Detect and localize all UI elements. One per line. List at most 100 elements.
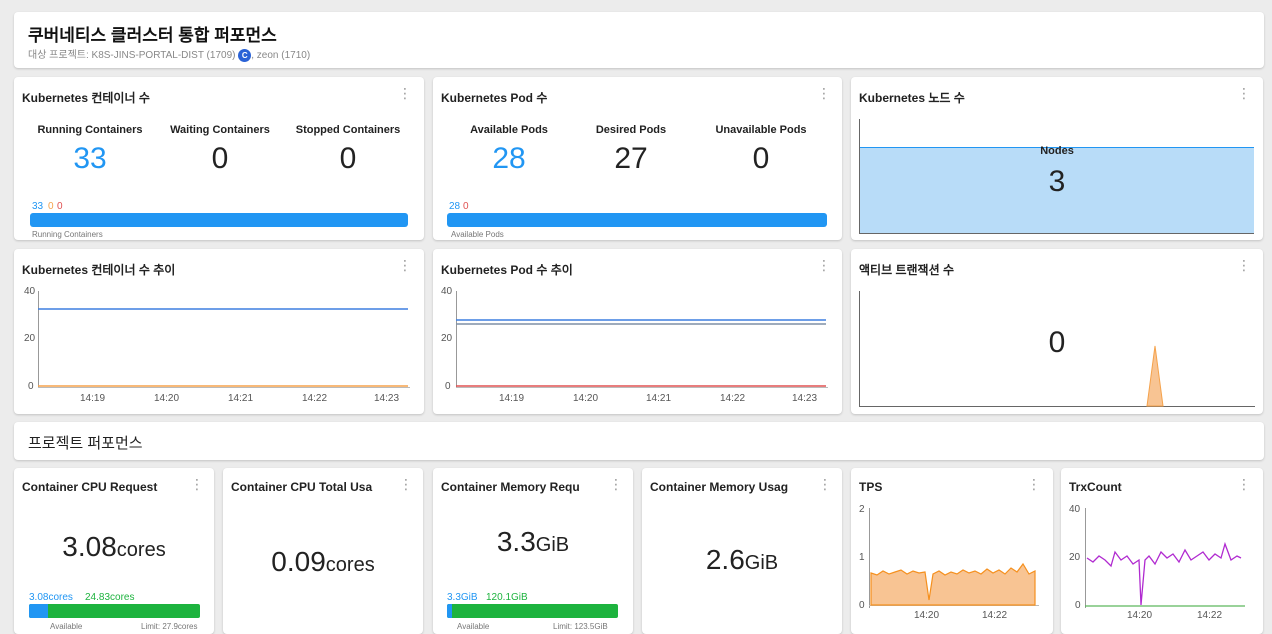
value-number: 3.08	[62, 531, 117, 562]
y-tick: 0	[28, 381, 34, 392]
card-title: Container Memory Usag	[650, 480, 789, 494]
memory-request-card: Container Memory Requ ⋮ 3.3GiB 3.3GiB 12…	[433, 468, 633, 634]
tps-area	[870, 562, 1036, 606]
value-number: 2.6	[705, 544, 745, 575]
bar-value-stopped: 0	[57, 201, 63, 212]
section-title: 프로젝트 퍼포먼스	[28, 435, 143, 452]
x-tick: 14:20	[154, 393, 180, 404]
active-transactions-value: 0	[1048, 326, 1066, 359]
x-tick: 14:20	[914, 610, 940, 621]
nodes-label: Nodes	[1040, 145, 1074, 157]
value-unit: cores	[325, 554, 375, 576]
stat-label: Desired Pods	[595, 124, 667, 136]
card-title: TrxCount	[1069, 480, 1122, 494]
y-tick: 0	[859, 600, 865, 611]
stat-value: 27	[614, 142, 648, 175]
nodes-value: 3	[1048, 165, 1066, 198]
y-tick: 20	[1069, 552, 1081, 563]
more-icon[interactable]: ⋮	[399, 477, 413, 491]
stat-label: Unavailable Pods	[715, 124, 807, 136]
cpu-request-card: Container CPU Request ⋮ 3.08cores 3.08co…	[14, 468, 214, 634]
container-trend-chart	[38, 291, 410, 388]
bar-caption-left: Available	[457, 622, 490, 631]
x-tick: 14:21	[228, 393, 254, 404]
card-title: Kubernetes Pod 수	[441, 91, 548, 105]
available-pods-stat: Available Pods 28	[447, 124, 571, 176]
more-icon[interactable]: ⋮	[817, 258, 831, 272]
containers-card: Kubernetes 컨테이너 수 ⋮ Running Containers 3…	[14, 77, 424, 240]
stat-label: Stopped Containers	[295, 124, 401, 136]
cpu-usage-card: Container CPU Total Usa ⋮ 0.09cores	[223, 468, 423, 634]
bar-value-running: 33	[32, 201, 44, 212]
bar-limit: 120.1GiB	[486, 592, 528, 603]
value-unit: GiB	[744, 552, 779, 574]
bar-caption-right: Limit: 123.5GiB	[553, 622, 608, 631]
x-tick: 14:22	[720, 393, 746, 404]
card-title: Kubernetes 컨테이너 수	[22, 91, 150, 105]
stat-label: Running Containers	[37, 124, 143, 136]
cpu-request-bar	[29, 604, 200, 618]
stat-label: Waiting Containers	[170, 124, 270, 136]
containers-bar	[30, 213, 408, 227]
bar-caption: Running Containers	[32, 230, 103, 239]
dashboard-header: 쿠버네티스 클러스터 통합 퍼포먼스 대상 프로젝트: K8S-JINS-POR…	[14, 12, 1264, 68]
bar-limit: 24.83cores	[85, 592, 135, 603]
value-unit: GiB	[535, 534, 570, 556]
x-tick: 14:19	[80, 393, 106, 404]
y-tick: 20	[441, 333, 453, 344]
value-unit: cores	[116, 539, 166, 561]
more-icon[interactable]: ⋮	[398, 86, 412, 100]
bar-value: 3.3GiB	[447, 592, 478, 603]
bar-value-unavailable: 0	[463, 201, 469, 212]
tps-card: TPS ⋮ 2 1 0 14:20 14:22	[851, 468, 1053, 634]
active-transactions-card: 액티브 트랜잭션 수 ⋮ 0	[851, 249, 1263, 414]
cpu-request-bar-fill	[29, 604, 48, 618]
project-subtitle-main: 대상 프로젝트: K8S-JINS-PORTAL-DIST (1709)	[28, 50, 236, 61]
memory-usage-card: Container Memory Usag ⋮ 2.6GiB	[642, 468, 842, 634]
more-icon[interactable]: ⋮	[190, 477, 204, 491]
bar-value-waiting: 0	[48, 201, 54, 212]
x-tick: 14:20	[573, 393, 599, 404]
tps-chart	[869, 508, 1039, 608]
more-icon[interactable]: ⋮	[1237, 86, 1251, 100]
pod-trend-chart	[456, 291, 828, 388]
project-subtitle: 대상 프로젝트: K8S-JINS-PORTAL-DIST (1709) C, …	[28, 46, 310, 62]
memory-request-bar	[447, 604, 618, 618]
bar-value-available: 28	[449, 201, 461, 212]
more-icon[interactable]: ⋮	[817, 86, 831, 100]
stopped-containers-stat: Stopped Containers 0	[286, 124, 410, 176]
bar-caption-left: Available	[50, 622, 83, 631]
more-icon[interactable]: ⋮	[609, 477, 623, 491]
waiting-containers-stat: Waiting Containers 0	[158, 124, 282, 176]
card-title: Container CPU Total Usa	[231, 480, 373, 494]
stat-label: Available Pods	[470, 124, 548, 136]
stat-value: 33	[73, 142, 107, 175]
y-tick: 0	[1075, 600, 1081, 611]
trxcount-line	[1086, 541, 1242, 606]
more-icon[interactable]: ⋮	[818, 477, 832, 491]
pods-bar	[447, 213, 827, 227]
x-tick: 14:22	[982, 610, 1008, 621]
more-icon[interactable]: ⋮	[1027, 477, 1041, 491]
card-title: Kubernetes Pod 수 추이	[441, 263, 573, 277]
value-number: 0.09	[271, 546, 326, 577]
more-icon[interactable]: ⋮	[1237, 477, 1251, 491]
memory-usage-value: 2.6GiB	[642, 544, 842, 576]
bar-caption-right: Limit: 27.9cores	[141, 622, 198, 631]
x-tick: 14:20	[1127, 610, 1153, 621]
more-icon[interactable]: ⋮	[1237, 258, 1251, 272]
stat-value: 28	[492, 142, 526, 175]
x-tick: 14:19	[499, 393, 525, 404]
memory-request-value: 3.3GiB	[433, 526, 633, 558]
x-tick: 14:23	[792, 393, 818, 404]
x-tick: 14:22	[302, 393, 328, 404]
more-icon[interactable]: ⋮	[398, 258, 412, 272]
unavailable-pods-stat: Unavailable Pods 0	[699, 124, 823, 176]
memory-request-bar-fill	[447, 604, 452, 618]
stat-value: 0	[752, 142, 770, 175]
project-badge[interactable]: C	[238, 48, 252, 62]
value-number: 3.3	[496, 526, 536, 557]
bar-caption: Available Pods	[451, 230, 504, 239]
card-title: Container CPU Request	[22, 480, 158, 494]
trxcount-chart	[1085, 508, 1245, 608]
